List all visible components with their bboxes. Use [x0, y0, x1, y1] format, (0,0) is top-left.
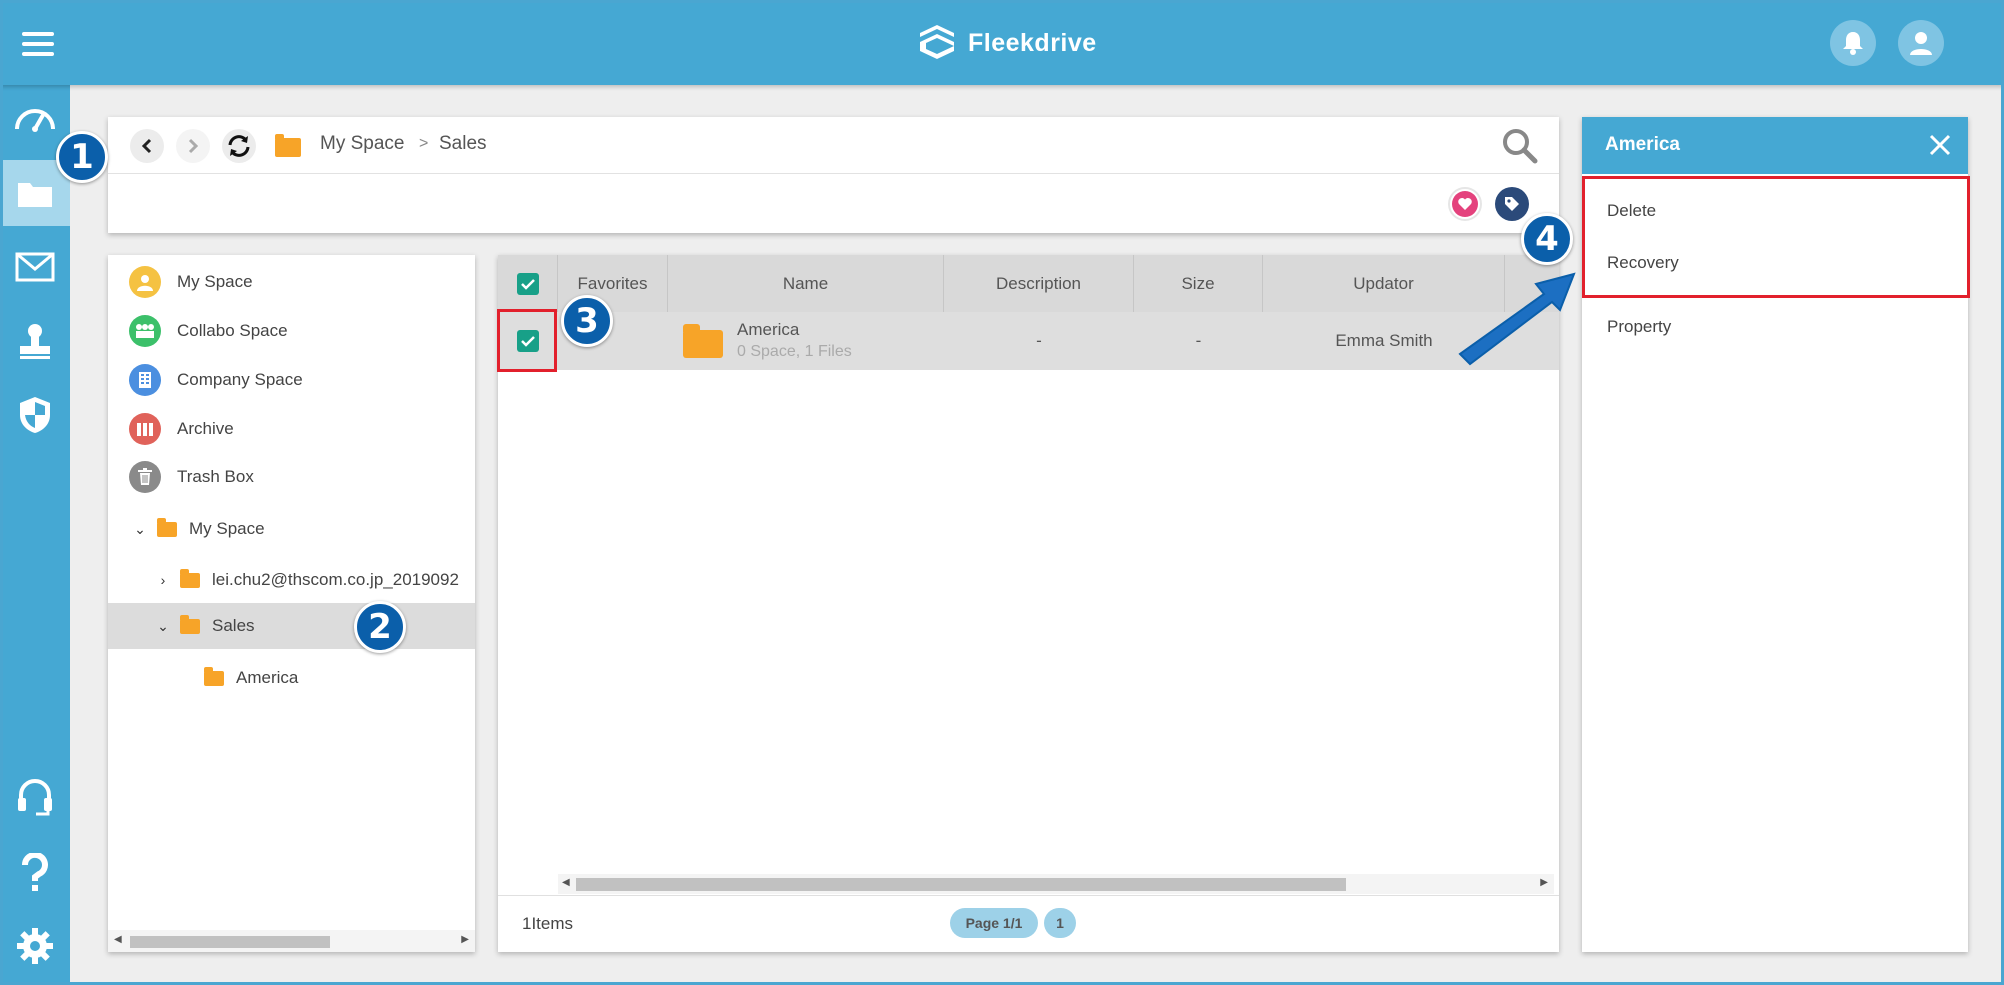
- fleekdrive-logo-icon: [920, 25, 954, 59]
- tree-folder-sales[interactable]: ⌄ Sales: [108, 603, 475, 649]
- scroll-thumb[interactable]: [576, 878, 1346, 891]
- grid-horizontal-scrollbar[interactable]: ◀ ▶: [558, 874, 1554, 894]
- step-marker-1: 1: [56, 131, 108, 183]
- trash-icon: [129, 461, 161, 493]
- dashboard-icon[interactable]: [0, 85, 70, 151]
- folder-icon: [204, 666, 224, 686]
- tree-space-my-space[interactable]: My Space: [108, 259, 475, 305]
- favorite-heart-icon[interactable]: [1448, 187, 1482, 221]
- scroll-right-icon[interactable]: ▶: [1540, 877, 1548, 888]
- page-number-button[interactable]: 1: [1044, 908, 1076, 938]
- security-shield-icon[interactable]: [0, 382, 70, 448]
- row-size: -: [1195, 331, 1202, 350]
- item-count: 1Items: [522, 914, 574, 933]
- person-icon: [129, 266, 161, 298]
- column-header-name[interactable]: Name: [668, 255, 944, 312]
- folder-icon: [683, 324, 723, 358]
- left-rail: [0, 85, 70, 985]
- menu-icon[interactable]: [22, 32, 54, 58]
- recovery-menu-item[interactable]: Recovery: [1607, 253, 1679, 273]
- notification-bell-icon[interactable]: [1830, 20, 1876, 66]
- close-icon[interactable]: [1926, 131, 1954, 159]
- step-marker-3: 3: [561, 295, 613, 347]
- pointer-arrow-icon: [1458, 272, 1576, 366]
- breadcrumb-folder-icon: [275, 134, 301, 157]
- top-header: Fleekdrive: [0, 0, 2004, 85]
- grid-footer: 1Items Page 1/1 1: [498, 895, 1559, 952]
- step-marker-4: 4: [1521, 213, 1573, 265]
- scroll-thumb[interactable]: [130, 936, 330, 948]
- chevron-down-icon[interactable]: ⌄: [156, 618, 170, 635]
- column-header-size[interactable]: Size: [1134, 255, 1263, 312]
- mail-icon[interactable]: [0, 234, 70, 300]
- tree-folder-label: lei.chu2@thscom.co.jp_2019092: [212, 570, 459, 589]
- building-icon: [129, 364, 161, 396]
- tree-space-company-space[interactable]: Company Space: [108, 357, 475, 403]
- archive-icon: [129, 413, 161, 445]
- tree-folder-my-space[interactable]: ⌄ My Space: [108, 506, 475, 552]
- row-name: America: [737, 320, 800, 339]
- tree-space-label: Trash Box: [177, 467, 254, 486]
- context-header: America: [1582, 117, 1968, 174]
- folder-tree-panel: My Space Collabo Space Company Space Arc…: [108, 255, 475, 952]
- scroll-right-icon[interactable]: ▶: [461, 934, 469, 945]
- stamp-icon[interactable]: [0, 309, 70, 375]
- brand-name: Fleekdrive: [968, 28, 1097, 57]
- grid-header: Favorites Name Description Size Updator: [498, 255, 1559, 312]
- back-arrow-icon[interactable]: [130, 129, 164, 163]
- tree-folder-label: My Space: [189, 519, 265, 538]
- row-select-cell: [498, 312, 558, 370]
- tree-space-archive[interactable]: Archive: [108, 406, 475, 452]
- chevron-down-icon[interactable]: ⌄: [133, 521, 147, 538]
- delete-menu-item[interactable]: Delete: [1607, 201, 1656, 221]
- row-checkbox[interactable]: [517, 330, 539, 352]
- table-row[interactable]: America 0 Space, 1 Files - - Emma Smith: [498, 312, 1559, 370]
- toolbar-nav-row: My Space > Sales: [108, 117, 1559, 174]
- scroll-left-icon[interactable]: ◀: [562, 877, 570, 888]
- tree-folder-lei-chu2[interactable]: › lei.chu2@thscom.co.jp_2019092: [108, 557, 475, 603]
- tree-space-trash-box[interactable]: Trash Box: [108, 454, 475, 500]
- folder-icon: [180, 568, 200, 588]
- row-description: -: [1036, 331, 1042, 350]
- context-title: America: [1605, 134, 1680, 155]
- breadcrumb-item-my-space[interactable]: My Space: [320, 133, 404, 155]
- breadcrumb-item-sales[interactable]: Sales: [439, 133, 487, 155]
- tree-horizontal-scrollbar[interactable]: ◀ ▶: [108, 930, 475, 952]
- brand: Fleekdrive: [918, 20, 1097, 66]
- select-all-checkbox[interactable]: [516, 272, 539, 295]
- folder-icon: [180, 614, 200, 634]
- tree-folder-america[interactable]: America: [108, 655, 475, 701]
- row-subtitle: 0 Space, 1 Files: [737, 343, 852, 360]
- page-indicator: Page 1/1: [950, 908, 1038, 938]
- scroll-left-icon[interactable]: ◀: [114, 934, 122, 945]
- step-marker-2: 2: [354, 601, 406, 653]
- settings-gear-icon[interactable]: [0, 913, 70, 979]
- tree-folder-label: America: [236, 668, 299, 687]
- property-menu-item[interactable]: Property: [1607, 317, 1671, 337]
- forward-arrow-icon[interactable]: [176, 129, 210, 163]
- tree-space-label: My Space: [177, 272, 253, 291]
- group-icon: [129, 315, 161, 347]
- folder-icon: [157, 517, 177, 537]
- context-menu-panel: America Delete Recovery Property: [1582, 117, 1968, 952]
- select-all-cell: [498, 255, 558, 312]
- search-icon[interactable]: [1501, 127, 1539, 170]
- tag-label-icon[interactable]: [1495, 187, 1529, 221]
- row-name-cell[interactable]: America 0 Space, 1 Files: [668, 312, 944, 370]
- column-header-description[interactable]: Description: [944, 255, 1134, 312]
- breadcrumb-separator: >: [419, 135, 429, 152]
- tree-folder-label: Sales: [212, 616, 255, 635]
- tree-space-label: Company Space: [177, 370, 303, 389]
- support-headset-icon[interactable]: [0, 765, 70, 831]
- tree-space-collabo-space[interactable]: Collabo Space: [108, 308, 475, 354]
- help-question-icon[interactable]: [0, 840, 70, 906]
- refresh-icon[interactable]: [222, 129, 256, 163]
- tree-space-label: Archive: [177, 419, 234, 438]
- chevron-right-icon[interactable]: ›: [156, 572, 170, 588]
- file-grid-panel: Favorites Name Description Size Updator …: [498, 255, 1559, 952]
- tree-space-label: Collabo Space: [177, 321, 288, 340]
- toolbar-panel: My Space > Sales: [108, 117, 1559, 233]
- user-avatar-icon[interactable]: [1898, 20, 1944, 66]
